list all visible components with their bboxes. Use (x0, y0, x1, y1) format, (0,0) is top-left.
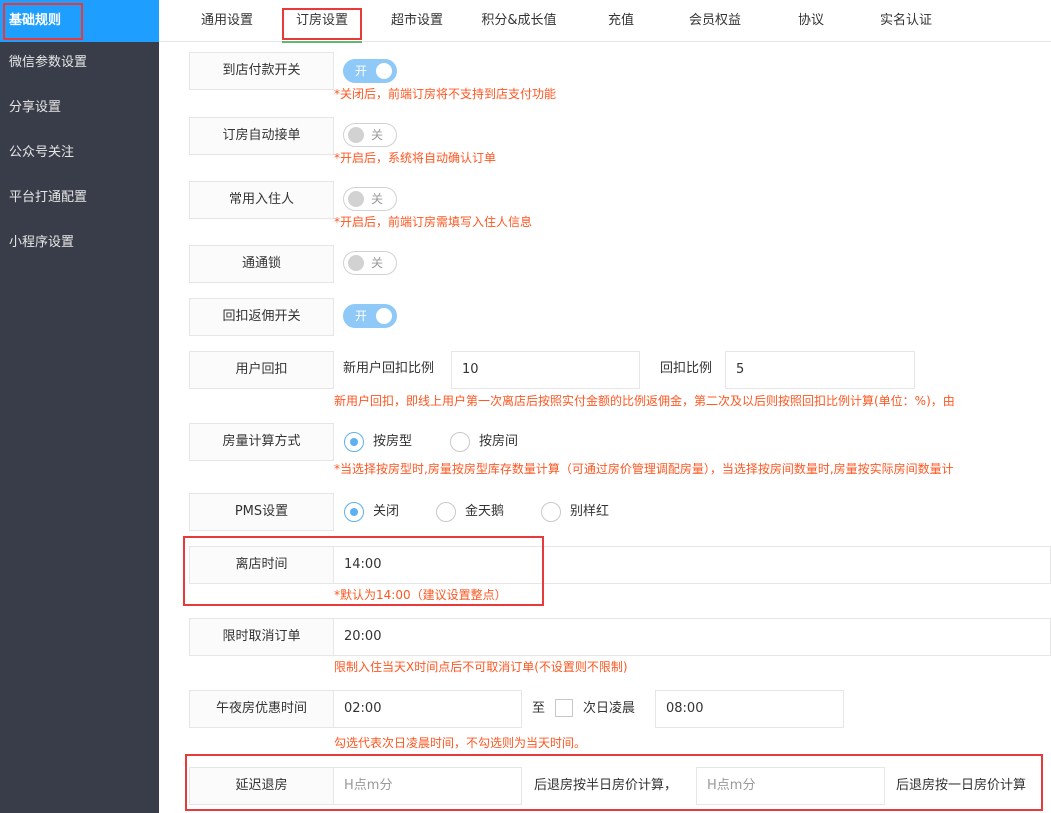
switch-text: 开 (355, 64, 368, 78)
pay-at-store-switch[interactable]: 开 (343, 59, 397, 83)
tab-member-benefits[interactable]: 会员权益 (687, 0, 743, 42)
room-calc-label: 房量计算方式 (189, 423, 334, 461)
room-calc-by-type-label: 按房型 (373, 434, 413, 449)
frequent-guest-hint: *开启后，前端订房需填写入住人信息 (334, 215, 533, 229)
pms-label: PMS设置 (189, 493, 334, 531)
next-day-checkbox[interactable] (555, 699, 573, 717)
late-checkout-half-text: 后退房按半日房价计算， (534, 778, 678, 793)
switch-knob-icon (348, 191, 364, 207)
pms-off-label: 关闭 (373, 504, 400, 519)
tab-real-name[interactable]: 实名认证 (878, 0, 934, 42)
midnight-start-input[interactable]: 02:00 (333, 690, 522, 728)
tab-recharge[interactable]: 充值 (606, 0, 636, 42)
auto-accept-hint: *开启后，系统将自动确认订单 (334, 151, 497, 165)
room-calc-by-room-radio[interactable] (450, 432, 470, 452)
new-user-rebate-input[interactable]: 10 (451, 351, 640, 389)
tab-agreement[interactable]: 协议 (796, 0, 826, 42)
midnight-hint: 勾选代表次日凌晨时间，不勾选则为当天时间。 (334, 736, 587, 750)
pay-at-store-label: 到店付款开关 (189, 52, 334, 90)
late-checkout-label: 延迟退房 (189, 767, 334, 805)
pms-off-radio[interactable] (344, 502, 364, 522)
page-root: 基础规则 微信参数设置 分享设置 公众号关注 平台打通配置 小程序设置 通用设置… (0, 0, 1051, 813)
switch-knob-icon (376, 308, 392, 324)
switch-knob-icon (376, 63, 392, 79)
ttlock-switch[interactable]: 关 (343, 251, 397, 275)
frequent-guest-switch[interactable]: 关 (343, 187, 397, 211)
switch-knob-icon (348, 127, 364, 143)
sidebar-item-official-account[interactable]: 公众号关注 (0, 132, 159, 174)
sidebar-item-platform[interactable]: 平台打通配置 (0, 177, 159, 219)
sidebar-item-share[interactable]: 分享设置 (0, 87, 159, 129)
checkout-time-input[interactable]: 14:00 (333, 546, 1051, 584)
switch-knob-icon (348, 255, 364, 271)
switch-text: 开 (355, 309, 368, 323)
late-checkout-full-text: 后退房按一日房价计算 (896, 778, 1027, 793)
tab-bar: 通用设置 订房设置 超市设置 积分&成长值 充值 会员权益 协议 实名认证 (159, 0, 1051, 43)
switch-text: 关 (371, 192, 384, 206)
user-rebate-hint: 新用户回扣，即线上用户第一次离店后按照实付金额的比例返佣金，第二次及以后则按照回… (334, 394, 955, 408)
rebate-ratio-input[interactable]: 5 (725, 351, 915, 389)
pms-swan-label: 金天鹅 (465, 504, 505, 519)
sidebar-item-wechat-params[interactable]: 微信参数设置 (0, 42, 159, 84)
tab-market[interactable]: 超市设置 (389, 0, 445, 42)
new-user-rebate-label: 新用户回扣比例 (343, 361, 435, 376)
midnight-label: 午夜房优惠时间 (189, 690, 334, 728)
sidebar-item-basic-rules[interactable]: 基础规则 (0, 0, 159, 42)
late-checkout-full-input[interactable]: H点m分 (696, 767, 885, 805)
rebate-switch-label: 回扣返佣开关 (189, 298, 334, 336)
midnight-end-input[interactable]: 08:00 (655, 690, 844, 728)
user-rebate-label: 用户回扣 (189, 351, 334, 389)
sidebar: 基础规则 微信参数设置 分享设置 公众号关注 平台打通配置 小程序设置 (0, 0, 159, 813)
late-checkout-half-input[interactable]: H点m分 (333, 767, 522, 805)
pay-at-store-hint: *关闭后，前端订房将不支持到店支付功能 (334, 87, 557, 101)
frequent-guest-label: 常用入住人 (189, 181, 334, 219)
ttlock-label: 通通锁 (189, 245, 334, 283)
checkout-time-hint: *默认为14:00（建议设置整点） (334, 588, 507, 602)
room-calc-by-room-label: 按房间 (479, 434, 519, 449)
checkout-time-label: 离店时间 (189, 546, 334, 584)
pms-byhong-label: 别样红 (570, 504, 610, 519)
rebate-ratio-label: 回扣比例 (660, 361, 713, 376)
tab-general[interactable]: 通用设置 (199, 0, 255, 42)
room-calc-hint: *当选择按房型时,房量按房型库存数量计算（可通过房价管理调配房量），当选择按房间… (334, 462, 954, 476)
room-calc-by-type-radio[interactable] (344, 432, 364, 452)
tab-booking[interactable]: 订房设置 (282, 0, 362, 43)
midnight-to-label: 至 (532, 701, 546, 716)
tab-points[interactable]: 积分&成长值 (477, 0, 561, 42)
sidebar-item-miniprogram[interactable]: 小程序设置 (0, 222, 159, 264)
switch-text: 关 (371, 256, 384, 270)
cancel-deadline-input[interactable]: 20:00 (333, 618, 1051, 656)
pms-swan-radio[interactable] (436, 502, 456, 522)
next-day-label: 次日凌晨 (583, 701, 636, 716)
auto-accept-label: 订房自动接单 (189, 117, 334, 155)
pms-byhong-radio[interactable] (541, 502, 561, 522)
cancel-deadline-hint: 限制入住当天X时间点后不可取消订单(不设置则不限制) (334, 660, 628, 674)
auto-accept-switch[interactable]: 关 (343, 123, 397, 147)
rebate-switch[interactable]: 开 (343, 304, 397, 328)
switch-text: 关 (371, 128, 384, 142)
cancel-deadline-label: 限时取消订单 (189, 618, 334, 656)
